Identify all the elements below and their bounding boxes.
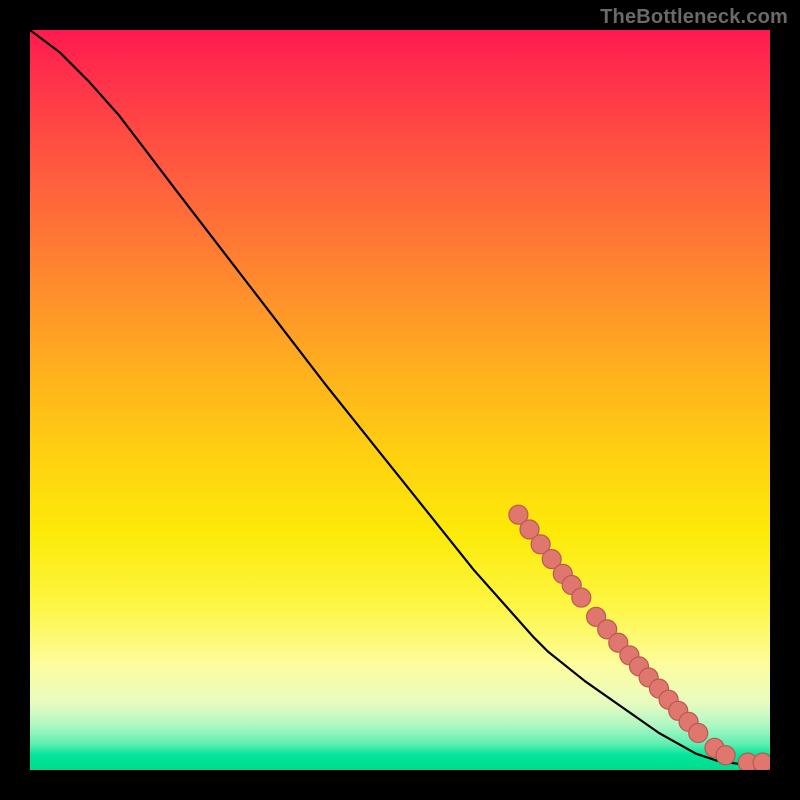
scatter-dot — [572, 588, 591, 607]
watermark-text: TheBottleneck.com — [600, 6, 788, 29]
scatter-dot — [689, 724, 708, 743]
chart-stage: TheBottleneck.com — [0, 0, 800, 800]
chart-svg — [30, 30, 770, 770]
plot-area — [30, 30, 770, 770]
scatter-dot — [753, 753, 770, 770]
scatter-group — [509, 505, 770, 770]
bottleneck-curve — [30, 30, 770, 764]
scatter-dot — [716, 746, 735, 765]
